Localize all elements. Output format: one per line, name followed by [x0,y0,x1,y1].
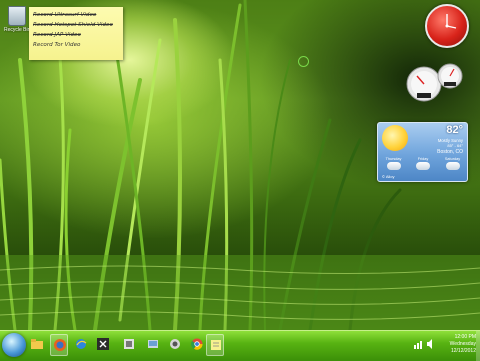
taskbar-button-app-2[interactable] [166,334,184,356]
recycle-bin-label: Recycle Bin [4,27,30,33]
forecast-day-label: Friday [417,157,429,161]
taskbar-button-explorer[interactable] [28,334,46,356]
show-desktop-button[interactable] [476,331,480,361]
forecast-day: Saturday [439,157,466,175]
busy-cursor-icon [298,56,309,67]
cpu-meter-gadget[interactable] [404,62,468,102]
weather-forecast: Thursday Friday Saturday [380,157,466,175]
forecast-day-label: Saturday [444,157,461,161]
weather-location[interactable]: Boston, CO [437,149,463,155]
notes-icon [211,340,221,350]
sticky-note-line: Record Ultrasurf Video [33,12,97,18]
ez-icon [124,339,134,349]
taskbar-button-notes[interactable] [206,334,224,356]
taskbar-button-firefox[interactable] [50,334,68,356]
vs-icon [97,338,109,350]
forecast-day: Thursday [380,157,407,175]
weather-range: 85° - 64° [447,143,463,148]
taskbar-button-app[interactable] [144,334,162,356]
app-icon [148,340,158,348]
clock-face-icon [445,14,457,29]
sticky-note-line: Record Tor Video [33,42,81,48]
taskbar: 12:00 PM Wednesday 12/12/2012 [0,330,480,361]
app-icon-2 [170,339,180,349]
explorer-folder-icon [31,339,43,349]
weather-source[interactable]: © Alloy [382,174,395,179]
cloud-icon [416,162,430,170]
start-button[interactable] [2,333,26,357]
chrome-icon [191,338,203,350]
recycle-bin[interactable]: Recycle Bin [4,6,30,33]
speaker-icon[interactable] [426,339,436,349]
cloud-icon [386,162,401,170]
forecast-day-label: Thursday [385,157,402,161]
clock-day: Wednesday [449,341,476,347]
sticky-note-line: Record JAP Video [33,32,81,38]
weather-temperature: 82° [446,124,463,136]
tray-clock[interactable]: 12:00 PM Wednesday 12/12/2012 [450,334,476,355]
cloud-icon [445,162,460,170]
desktop-wallpaper[interactable]: Recycle Bin Record Ultrasurf Video Recor… [0,0,480,330]
taskbar-button-ie[interactable] [72,334,90,356]
network-icon[interactable] [414,339,424,349]
clock-gadget[interactable] [425,4,469,48]
internet-explorer-icon [76,339,87,349]
forecast-day: Friday [410,157,437,175]
sticky-note[interactable]: Record Ultrasurf Video Record Hotspot Sh… [29,7,123,60]
taskbar-button-vs[interactable] [94,334,112,356]
recycle-bin-icon [8,6,26,26]
clock-date: 12/12/2012 [450,348,476,354]
weather-gadget[interactable]: 82° Mostly Sunny 85° - 64° Boston, CO Th… [377,122,468,182]
sun-icon [382,125,408,151]
firefox-icon [54,339,66,351]
taskbar-button-ez[interactable] [120,334,138,356]
taskbar-button-chrome[interactable] [188,334,206,356]
clock-time: 12:00 PM [454,334,476,340]
sticky-note-line: Record Hotspot Shield Video [33,22,113,28]
